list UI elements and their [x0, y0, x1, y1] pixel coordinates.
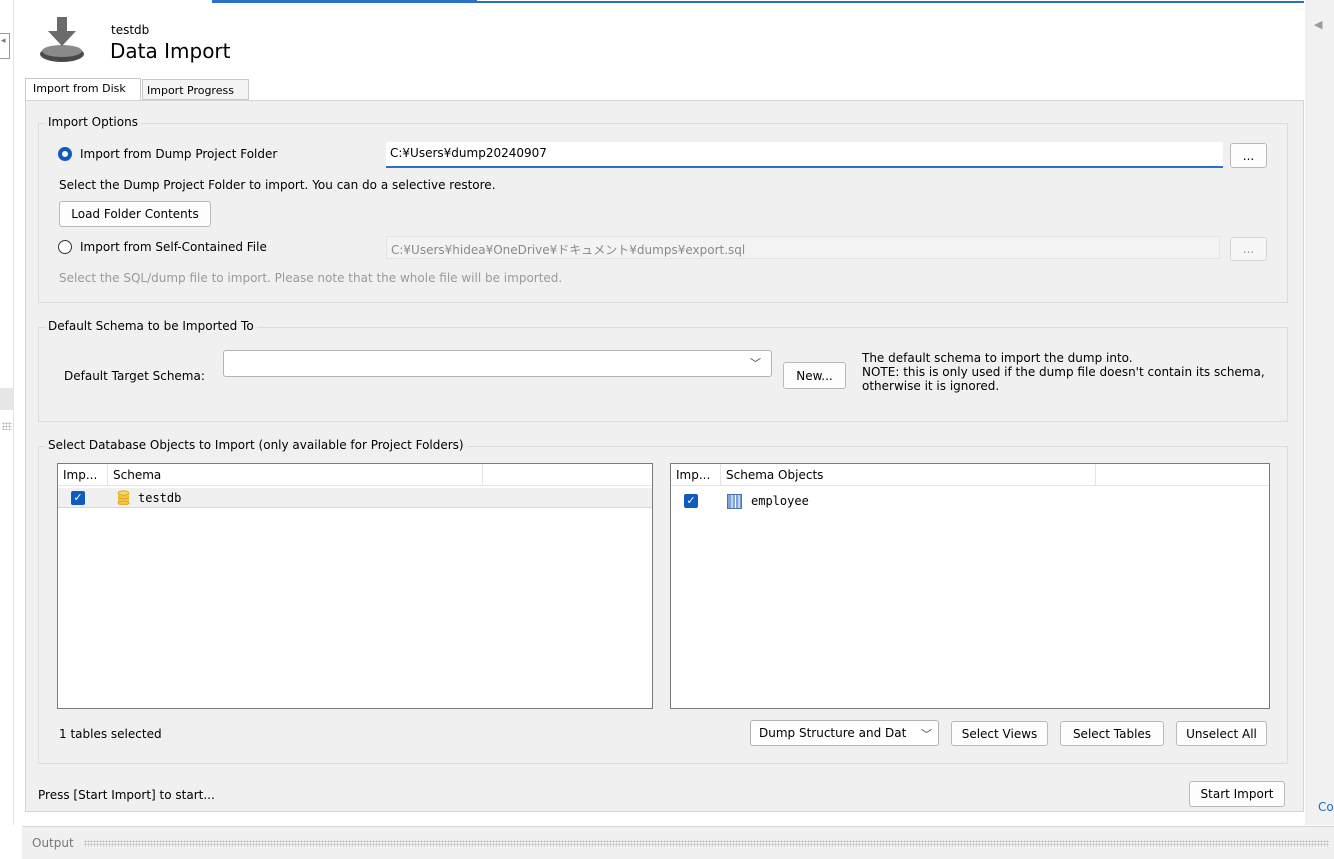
- default-schema-note-line2: NOTE: this is only used if the dump file…: [862, 365, 1265, 379]
- sidebar-selected-item[interactable]: [0, 388, 14, 410]
- expand-right-panel-icon[interactable]: ◀: [1314, 18, 1322, 31]
- column-header-schema[interactable]: Schema: [108, 464, 483, 486]
- browse-file-button[interactable]: ...: [1230, 237, 1267, 261]
- import-download-icon: [40, 17, 84, 62]
- folder-option-hint: Select the Dump Project Folder to import…: [59, 178, 496, 192]
- schema-objects-list[interactable]: Imp... Schema Objects ✓ employee: [670, 463, 1270, 709]
- file-option-radio[interactable]: [58, 240, 72, 254]
- tab-import-progress[interactable]: Import Progress: [142, 79, 249, 100]
- right-sidebar-strip: ◀ Co: [1305, 0, 1334, 825]
- default-schema-note-line1: The default schema to import the dump in…: [862, 351, 1133, 365]
- dump-type-value: Dump Structure and Dat: [759, 726, 907, 740]
- column-header-import[interactable]: Imp...: [58, 464, 108, 486]
- column-header-import[interactable]: Imp...: [671, 464, 721, 486]
- folder-option-label[interactable]: Import from Dump Project Folder: [80, 147, 277, 161]
- schema-objects-list-header: Imp... Schema Objects: [671, 464, 1269, 486]
- unselect-all-button[interactable]: Unselect All: [1176, 721, 1267, 746]
- default-schema-legend: Default Schema to be Imported To: [45, 319, 257, 333]
- schema-object-row[interactable]: ✓ employee: [671, 491, 1269, 511]
- folder-path-input[interactable]: C:¥Users¥dump20240907: [386, 142, 1223, 168]
- file-option-label[interactable]: Import from Self-Contained File: [80, 240, 267, 254]
- left-sidebar-strip: ◂: [0, 0, 14, 825]
- select-views-button[interactable]: Select Views: [951, 721, 1048, 746]
- output-panel-bar[interactable]: Output: [22, 826, 1334, 859]
- load-folder-contents-button[interactable]: Load Folder Contents: [59, 201, 211, 227]
- default-schema-note: The default schema to import the dump in…: [862, 351, 1265, 393]
- chevron-down-icon: ﹀: [921, 728, 932, 741]
- dump-type-select[interactable]: Dump Structure and Dat ﹀: [750, 720, 939, 746]
- schema-list[interactable]: Imp... Schema ✓ testdb: [57, 463, 653, 709]
- right-panel-partial-text: Co: [1318, 800, 1334, 814]
- table-icon: [727, 494, 742, 509]
- chevron-down-icon: ﹀: [750, 357, 761, 370]
- new-schema-button[interactable]: New...: [783, 362, 846, 389]
- browse-folder-button[interactable]: ...: [1230, 143, 1267, 168]
- file-path-input[interactable]: C:¥Users¥hidea¥OneDrive¥ドキュメント¥dumps¥exp…: [386, 236, 1220, 259]
- schema-row-name: testdb: [138, 491, 182, 505]
- chevron-left-icon: ◂: [1, 36, 6, 46]
- database-objects-legend: Select Database Objects to Import (only …: [45, 438, 467, 452]
- column-header-schema-objects[interactable]: Schema Objects: [721, 464, 1096, 486]
- page-title: Data Import: [110, 39, 231, 63]
- tab-import-from-disk[interactable]: Import from Disk: [25, 78, 141, 100]
- select-tables-button[interactable]: Select Tables: [1060, 721, 1164, 746]
- schema-row[interactable]: ✓ testdb: [58, 488, 652, 508]
- default-schema-note-line3: otherwise it is ignored.: [862, 379, 1000, 393]
- default-target-schema-select[interactable]: ﹀: [223, 350, 772, 377]
- sidebar-splitter-grip[interactable]: [2, 422, 12, 430]
- database-icon: [117, 490, 130, 505]
- file-option-hint: Select the SQL/dump file to import. Plea…: [59, 271, 563, 285]
- output-splitter-grip[interactable]: [84, 840, 1329, 847]
- schema-object-row-name: employee: [751, 494, 809, 508]
- import-options-legend: Import Options: [45, 115, 141, 129]
- selection-status: 1 tables selected: [59, 727, 162, 741]
- folder-option-radio[interactable]: [58, 147, 72, 161]
- start-import-button[interactable]: Start Import: [1189, 781, 1285, 807]
- output-label: Output: [32, 836, 74, 850]
- sidebar-collapse-button[interactable]: ◂: [0, 33, 10, 59]
- schema-list-header: Imp... Schema: [58, 464, 652, 486]
- schema-row-checkbox[interactable]: ✓: [71, 491, 85, 505]
- schema-name-label: testdb: [111, 23, 150, 37]
- schema-object-row-checkbox[interactable]: ✓: [684, 494, 698, 508]
- status-message: Press [Start Import] to start...: [38, 788, 215, 802]
- default-target-schema-label: Default Target Schema:: [64, 369, 205, 383]
